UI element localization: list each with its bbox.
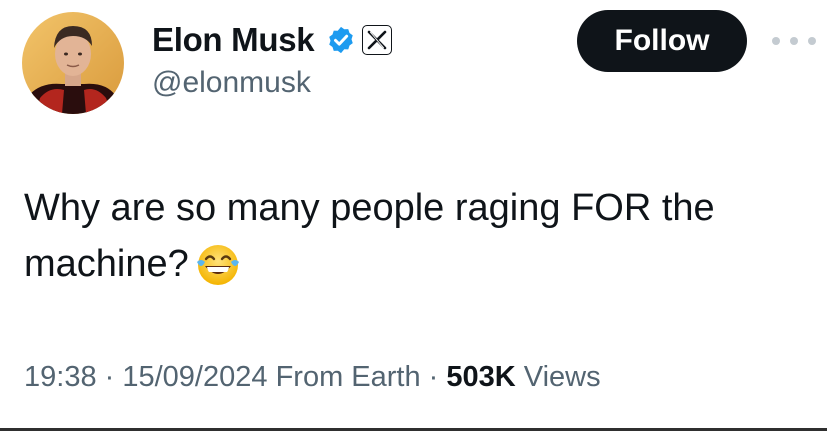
tweet-text: Why are so many people raging FOR the ma… (24, 180, 804, 304)
separator: · (420, 361, 447, 393)
author-handle[interactable]: @elonmusk (152, 66, 311, 100)
dot (808, 37, 816, 45)
x-logo-icon[interactable] (362, 25, 393, 55)
timestamp-date[interactable]: 15/09/2024 (122, 361, 267, 393)
timestamp-time[interactable]: 19:38 (24, 361, 97, 393)
views-label: Views (515, 361, 601, 393)
post-source: From Earth (267, 361, 421, 393)
display-name[interactable]: Elon Musk (152, 21, 315, 59)
verified-badge-icon[interactable] (326, 25, 356, 55)
face-with-tears-of-joy-icon (195, 242, 241, 304)
author-name-row: Elon Musk (152, 18, 393, 62)
dot (790, 37, 798, 45)
separator: · (96, 361, 123, 393)
avatar[interactable] (22, 12, 124, 114)
dot (772, 37, 780, 45)
tweet-meta: 19:38 · 15/09/2024 From Earth · 503K Vie… (24, 361, 601, 394)
more-horizontal-icon[interactable] (772, 30, 816, 52)
follow-button[interactable]: Follow (577, 10, 747, 72)
tweet-text-line1: Why are so many people raging FOR the (24, 187, 715, 229)
avatar-image (22, 12, 124, 114)
tweet-text-line2: machine? (24, 243, 189, 285)
views-count[interactable]: 503K (446, 361, 515, 393)
